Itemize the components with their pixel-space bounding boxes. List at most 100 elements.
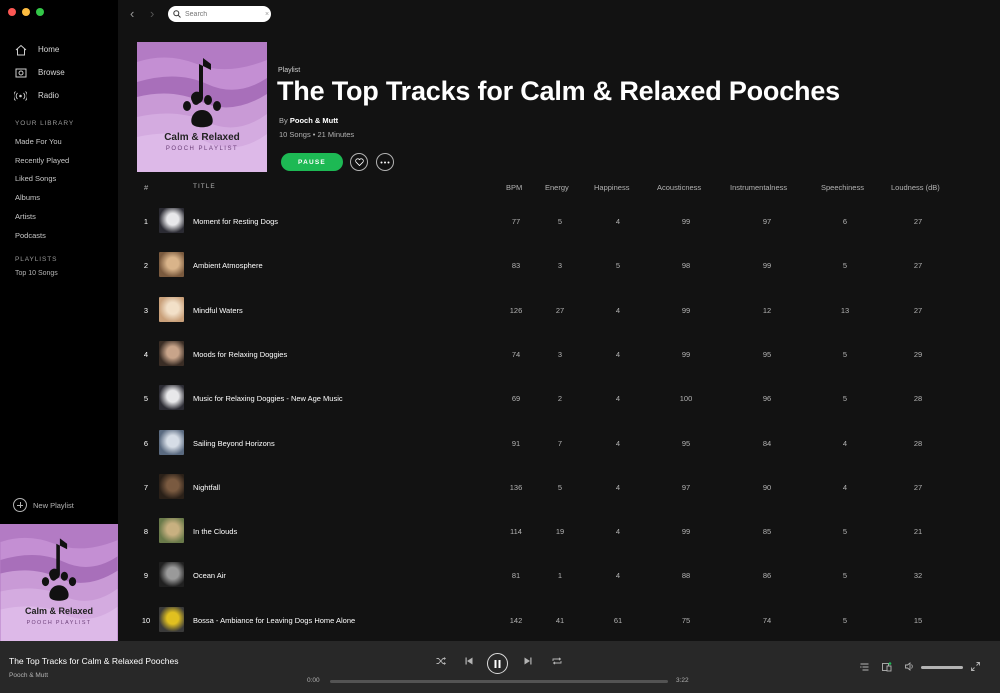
col-energy[interactable]: Energy (545, 183, 569, 192)
cover-title: Calm & Relaxed (164, 132, 240, 143)
track-speechiness: 6 (842, 217, 848, 226)
sidebar-cover-subtitle: POOCH PLAYLIST (27, 620, 92, 626)
new-playlist-button[interactable]: New Playlist (13, 498, 74, 512)
track-number: 10 (141, 615, 151, 625)
col-loudness[interactable]: Loudness (dB) (891, 183, 940, 192)
elapsed-time: 0:00 (307, 677, 320, 684)
track-instrumentalness: 96 (762, 394, 772, 404)
track-title[interactable]: Ocean Air (193, 571, 226, 580)
nav-radio[interactable]: Radio (14, 84, 65, 107)
col-happiness[interactable]: Happiness (594, 183, 629, 192)
track-row[interactable]: 3 Mindful Waters 126 27 4 99 12 13 27 (118, 288, 1000, 332)
track-row[interactable]: 9 Ocean Air 81 1 4 88 86 5 32 (118, 553, 1000, 597)
next-button[interactable] (524, 657, 532, 665)
track-number: 6 (143, 438, 149, 448)
window-controls (8, 8, 44, 16)
track-loudness: 15 (913, 615, 923, 625)
library-item-liked-songs[interactable]: Liked Songs (15, 170, 69, 189)
by-prefix: By (279, 116, 288, 125)
volume-button[interactable] (905, 662, 915, 671)
nav-home[interactable]: Home (14, 38, 65, 61)
track-acousticness: 99 (681, 217, 691, 226)
track-title[interactable]: Ambient Atmosphere (193, 261, 263, 270)
plus-circle-icon (13, 498, 27, 512)
clear-search-icon[interactable]: × (265, 11, 269, 18)
track-row[interactable]: 6 Sailing Beyond Horizons 91 7 4 95 84 4 28 (118, 421, 1000, 465)
track-title[interactable]: Bossa - Ambiance for Leaving Dogs Home A… (193, 616, 355, 625)
playlist-item-top-10-songs[interactable]: Top 10 Songs (15, 270, 58, 277)
playlist-owner-link[interactable]: Pooch & Mutt (290, 116, 338, 125)
track-title[interactable]: In the Clouds (193, 527, 237, 536)
close-window-button[interactable] (8, 8, 16, 16)
track-thumbnail (159, 429, 184, 455)
col-title[interactable]: TITLE (193, 183, 216, 190)
track-title[interactable]: Mindful Waters (193, 306, 243, 315)
col-speechiness[interactable]: Speechiness (821, 183, 864, 192)
track-thumbnail (159, 385, 184, 411)
nav-browse-label: Browse (38, 68, 65, 77)
devices-button[interactable] (882, 662, 892, 672)
now-playing-cover-art[interactable]: Calm & Relaxed POOCH PLAYLIST (0, 524, 118, 641)
library-item-albums[interactable]: Albums (15, 188, 69, 207)
track-title[interactable]: Moment for Resting Dogs (193, 217, 278, 226)
track-acousticness: 97 (681, 482, 691, 492)
track-row[interactable]: 1 Moment for Resting Dogs 77 5 4 99 97 6 27 (118, 199, 1000, 243)
search-box[interactable]: × (168, 6, 271, 22)
track-instrumentalness: 97 (762, 217, 772, 226)
forward-arrow-icon[interactable]: › (150, 7, 162, 20)
sidebar: Home Browse Radio YOUR LIBRARY Made For … (0, 0, 118, 641)
track-title[interactable]: Moods for Relaxing Doggies (193, 350, 287, 359)
track-row[interactable]: 5 Music for Relaxing Doggies - New Age Mu… (118, 376, 1000, 420)
library-item-recently-played[interactable]: Recently Played (15, 151, 69, 170)
previous-button[interactable] (465, 657, 473, 665)
track-thumbnail (159, 208, 184, 233)
track-speechiness: 5 (842, 394, 848, 404)
fullscreen-button[interactable] (971, 662, 980, 671)
back-arrow-icon[interactable]: ‹ (130, 7, 142, 20)
col-bpm[interactable]: BPM (506, 183, 522, 192)
progress-bar[interactable] (330, 680, 668, 683)
track-row[interactable]: 8 In the Clouds 114 19 4 99 85 5 21 (118, 509, 1000, 553)
play-pause-button[interactable] (487, 653, 508, 674)
library-item-made-for-you[interactable]: Made For You (15, 132, 69, 151)
track-loudness: 28 (913, 438, 923, 448)
track-energy: 5 (557, 217, 563, 226)
col-instrumentalness[interactable]: Instrumentalness (730, 183, 787, 192)
track-row[interactable]: 10 Bossa - Ambiance for Leaving Dogs Home… (118, 598, 1000, 642)
volume-slider[interactable] (921, 666, 963, 669)
nav-radio-label: Radio (38, 91, 59, 100)
now-playing-title[interactable]: The Top Tracks for Calm & Relaxed Pooche… (9, 656, 178, 666)
track-thumbnail (159, 562, 184, 588)
track-bpm: 136 (509, 482, 523, 492)
track-row[interactable]: 7 Nightfall 136 5 4 97 90 4 27 (118, 465, 1000, 509)
now-playing-artist[interactable]: Pooch & Mutt (9, 672, 48, 679)
shuffle-button[interactable] (436, 657, 446, 665)
queue-button[interactable] (860, 663, 869, 671)
main-content: ‹ › × Calm & Relaxed POOCH PL (118, 0, 1000, 641)
track-loudness: 27 (913, 261, 923, 271)
track-row[interactable]: 4 Moods for Relaxing Doggies 74 3 4 99 95 5 29 (118, 332, 1000, 376)
library-item-podcasts[interactable]: Podcasts (15, 226, 69, 245)
like-button[interactable] (350, 153, 368, 171)
nav-browse[interactable]: Browse (14, 61, 65, 84)
nav-home-label: Home (38, 45, 60, 54)
track-acousticness: 100 (679, 394, 693, 404)
search-input[interactable] (185, 10, 263, 18)
track-number: 9 (143, 571, 149, 581)
track-bpm: 114 (510, 527, 522, 537)
main-nav: Home Browse Radio (14, 38, 65, 107)
track-title[interactable]: Music for Relaxing Doggies - New Age Mus… (193, 394, 343, 403)
track-title[interactable]: Sailing Beyond Horizons (193, 439, 275, 448)
repeat-button[interactable] (552, 657, 562, 665)
track-speechiness: 5 (842, 615, 848, 625)
pause-button[interactable]: PAUSE (281, 153, 343, 171)
minimize-window-button[interactable] (22, 8, 30, 16)
col-acousticness[interactable]: Acousticness (657, 183, 701, 192)
track-row[interactable]: 2 Ambient Atmosphere 83 3 5 98 99 5 27 (118, 243, 1000, 287)
track-speechiness: 5 (842, 261, 848, 271)
maximize-window-button[interactable] (36, 8, 44, 16)
library-item-artists[interactable]: Artists (15, 207, 69, 226)
home-icon (14, 43, 27, 56)
track-title[interactable]: Nightfall (193, 483, 220, 492)
more-options-button[interactable] (376, 153, 394, 171)
